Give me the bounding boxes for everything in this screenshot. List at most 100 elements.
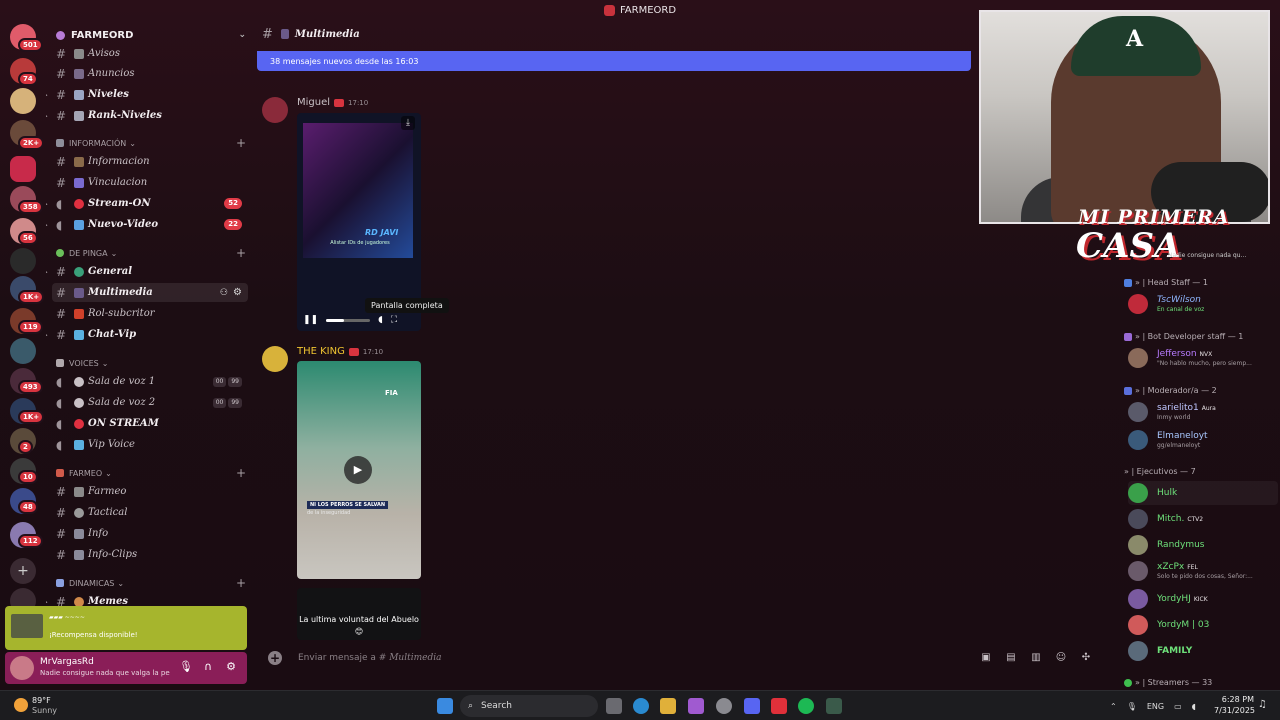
task-view-icon[interactable] xyxy=(606,698,622,714)
channel-multimedia[interactable]: # Multimedia ⚇ ⚙ xyxy=(52,283,248,302)
app-icon[interactable] xyxy=(826,698,842,714)
volume-icon[interactable]: ◖ xyxy=(378,315,383,325)
play-icon[interactable]: ▶ xyxy=(344,456,372,484)
voice-channel-sala-2[interactable]: ◖ Sala de voz 2 00 99 xyxy=(46,393,250,412)
pause-icon[interactable]: ❚❚ xyxy=(303,315,318,325)
chevron-up-icon[interactable]: ⌃ xyxy=(1110,702,1117,711)
add-channel-icon[interactable]: + xyxy=(236,576,246,590)
channel-anuncios[interactable]: # Anuncios xyxy=(46,64,250,83)
video-attachment[interactable]: FIA ▶ NI LOS PERROS SE SALVAN de la inse… xyxy=(297,361,421,579)
server-icon[interactable] xyxy=(10,248,36,274)
copilot-icon[interactable] xyxy=(688,698,704,714)
message-author[interactable]: Miguel xyxy=(297,97,330,108)
channel-farmeo[interactable]: # Farmeo xyxy=(46,482,250,501)
add-channel-icon[interactable]: + xyxy=(236,246,246,260)
channel-niveles[interactable]: ▸ # Niveles xyxy=(46,85,250,104)
windows-start-icon[interactable] xyxy=(437,698,453,714)
weather-widget[interactable]: 89°F Sunny xyxy=(12,695,72,717)
member-item[interactable]: xZcPx FEL Solo te pido dos cosas, Señor:.… xyxy=(1128,559,1278,583)
channel-info[interactable]: # Info xyxy=(46,524,250,543)
taskbar-search[interactable]: ⌕ Search xyxy=(460,695,598,717)
avatar[interactable] xyxy=(262,97,288,123)
category-dinamicas[interactable]: DINAMICAS ⌄ + xyxy=(56,576,246,590)
avatar[interactable] xyxy=(10,656,34,680)
network-icon[interactable]: ▭ xyxy=(1174,702,1182,711)
gear-icon[interactable]: ⚙ xyxy=(224,660,238,674)
download-icon[interactable]: ⤓ xyxy=(401,116,415,130)
voice-channel-on-stream[interactable]: ◖ ON STREAM xyxy=(46,414,250,433)
gift-icon[interactable]: ▣ xyxy=(980,652,992,664)
channel-info-clips[interactable]: # Info-Clips xyxy=(46,545,250,564)
channel-chat-vip[interactable]: ▸ # Chat-Vip xyxy=(46,325,250,344)
message-input[interactable]: Enviar mensaje a # Multimedia xyxy=(298,653,441,663)
category-informacion[interactable]: INFORMACIÓN ⌄ + xyxy=(56,136,246,150)
video-attachment[interactable]: La ultima voluntad del Abuelo 😊 xyxy=(297,588,421,640)
message-composer[interactable]: + Enviar mensaje a # Multimedia ▣ ▤ ▥ ☺ … xyxy=(258,643,1106,673)
microphone-icon[interactable]: 🎙 xyxy=(179,660,193,674)
avatar[interactable] xyxy=(262,346,288,372)
edge-icon[interactable] xyxy=(633,698,649,714)
add-attachment-icon[interactable]: + xyxy=(268,651,282,665)
sticker-icon[interactable]: ▥ xyxy=(1030,652,1042,664)
channel-label: Avisos xyxy=(88,48,120,59)
emoji-icon[interactable]: ☺ xyxy=(1055,652,1067,664)
channel-general[interactable]: ▸ # General xyxy=(46,262,250,281)
voice-channel-vip[interactable]: ◖ Vip Voice xyxy=(46,435,250,454)
apps-icon[interactable]: ✣ xyxy=(1080,652,1092,664)
unread-count-badge: 52 xyxy=(224,198,242,209)
add-channel-icon[interactable]: + xyxy=(236,466,246,480)
server-icon[interactable] xyxy=(10,156,36,182)
channel-avisos[interactable]: # Avisos xyxy=(46,44,250,63)
reward-banner[interactable]: ▰▰▰ ~~~~ ¡Recompensa disponible! xyxy=(5,606,247,650)
member-item[interactable]: sarielito1 Aura Inmy world xyxy=(1128,400,1278,424)
message-author[interactable]: THE KING xyxy=(297,346,345,357)
member-item[interactable]: Randymus xyxy=(1128,533,1278,557)
voice-channel-sala-1[interactable]: ◖ Sala de voz 1 00 99 xyxy=(46,372,250,391)
channel-nuevo-video[interactable]: ▸ ◖ Nuevo-Video 22 xyxy=(46,215,250,234)
add-server-icon[interactable]: + xyxy=(10,558,36,584)
new-messages-bar[interactable]: 38 mensajes nuevos desde las 16:03 xyxy=(257,51,971,71)
gear-icon[interactable]: ⚙ xyxy=(233,287,242,298)
server-header[interactable]: FARMEORD ⌄ xyxy=(56,28,246,42)
server-icon[interactable] xyxy=(10,338,36,364)
channel-informacion[interactable]: # Informacion xyxy=(46,152,250,171)
username[interactable]: MrVargasRd xyxy=(40,657,94,667)
microphone-icon[interactable]: 🎙 xyxy=(1127,702,1137,711)
member-item[interactable]: Elmaneloyt gg/elmaneloyt xyxy=(1128,428,1278,452)
notification-bell-icon[interactable]: ♫ xyxy=(1258,699,1270,711)
invite-icon[interactable]: ⚇ xyxy=(220,288,228,298)
channel-memes[interactable]: ▸ # Memes xyxy=(46,592,250,606)
server-icon[interactable] xyxy=(10,88,36,114)
chevron-down-icon[interactable]: ⌄ xyxy=(238,30,246,40)
member-item[interactable]: Hulk xyxy=(1128,481,1278,505)
taskbar-clock[interactable]: 6:28 PM 7/31/2025 xyxy=(1214,694,1255,716)
add-channel-icon[interactable]: + xyxy=(236,136,246,150)
volume-icon[interactable]: ◖ xyxy=(1192,702,1196,711)
member-item[interactable]: YordyM | 03 xyxy=(1128,613,1278,637)
member-item[interactable]: FAMILY xyxy=(1128,639,1278,663)
headphones-icon[interactable]: ∩ xyxy=(201,660,215,674)
fullscreen-icon[interactable]: ⛶ xyxy=(391,315,397,325)
member-item[interactable]: YordyHJ KICK xyxy=(1128,587,1278,611)
discord-icon[interactable] xyxy=(744,698,760,714)
channel-rank-niveles[interactable]: ▸ # Rank-Niveles xyxy=(46,106,250,125)
channel-tactical[interactable]: # Tactical xyxy=(46,503,250,522)
channel-stream-on[interactable]: ▸ ◖ Stream-ON 52 xyxy=(46,194,250,213)
category-farmeo[interactable]: FARMEO ⌄ + xyxy=(56,466,246,480)
obs-icon[interactable] xyxy=(771,698,787,714)
gif-icon[interactable]: ▤ xyxy=(1005,652,1017,664)
spotify-icon[interactable] xyxy=(798,698,814,714)
file-explorer-icon[interactable] xyxy=(660,698,676,714)
member-item[interactable]: Jefferson NVX "No hablo mucho, pero siemp… xyxy=(1128,346,1278,370)
chrome-icon[interactable] xyxy=(716,698,732,714)
language-indicator[interactable]: ENG xyxy=(1147,702,1164,711)
member-name-text: YordyHJ xyxy=(1157,594,1191,604)
category-de-pinga[interactable]: DE PINGA ⌄ + xyxy=(56,246,246,260)
channel-emoji-icon xyxy=(74,376,84,387)
member-item[interactable]: TscWilson En canal de voz xyxy=(1128,292,1278,316)
member-item[interactable]: Mitch. CTV2 xyxy=(1128,507,1278,531)
channel-rol-subcritor[interactable]: # Rol-subcritor xyxy=(46,304,250,323)
video-progress[interactable] xyxy=(326,318,371,322)
channel-vinculacion[interactable]: # Vinculacion xyxy=(46,173,250,192)
category-voices[interactable]: VOICES ⌄ xyxy=(56,356,246,370)
